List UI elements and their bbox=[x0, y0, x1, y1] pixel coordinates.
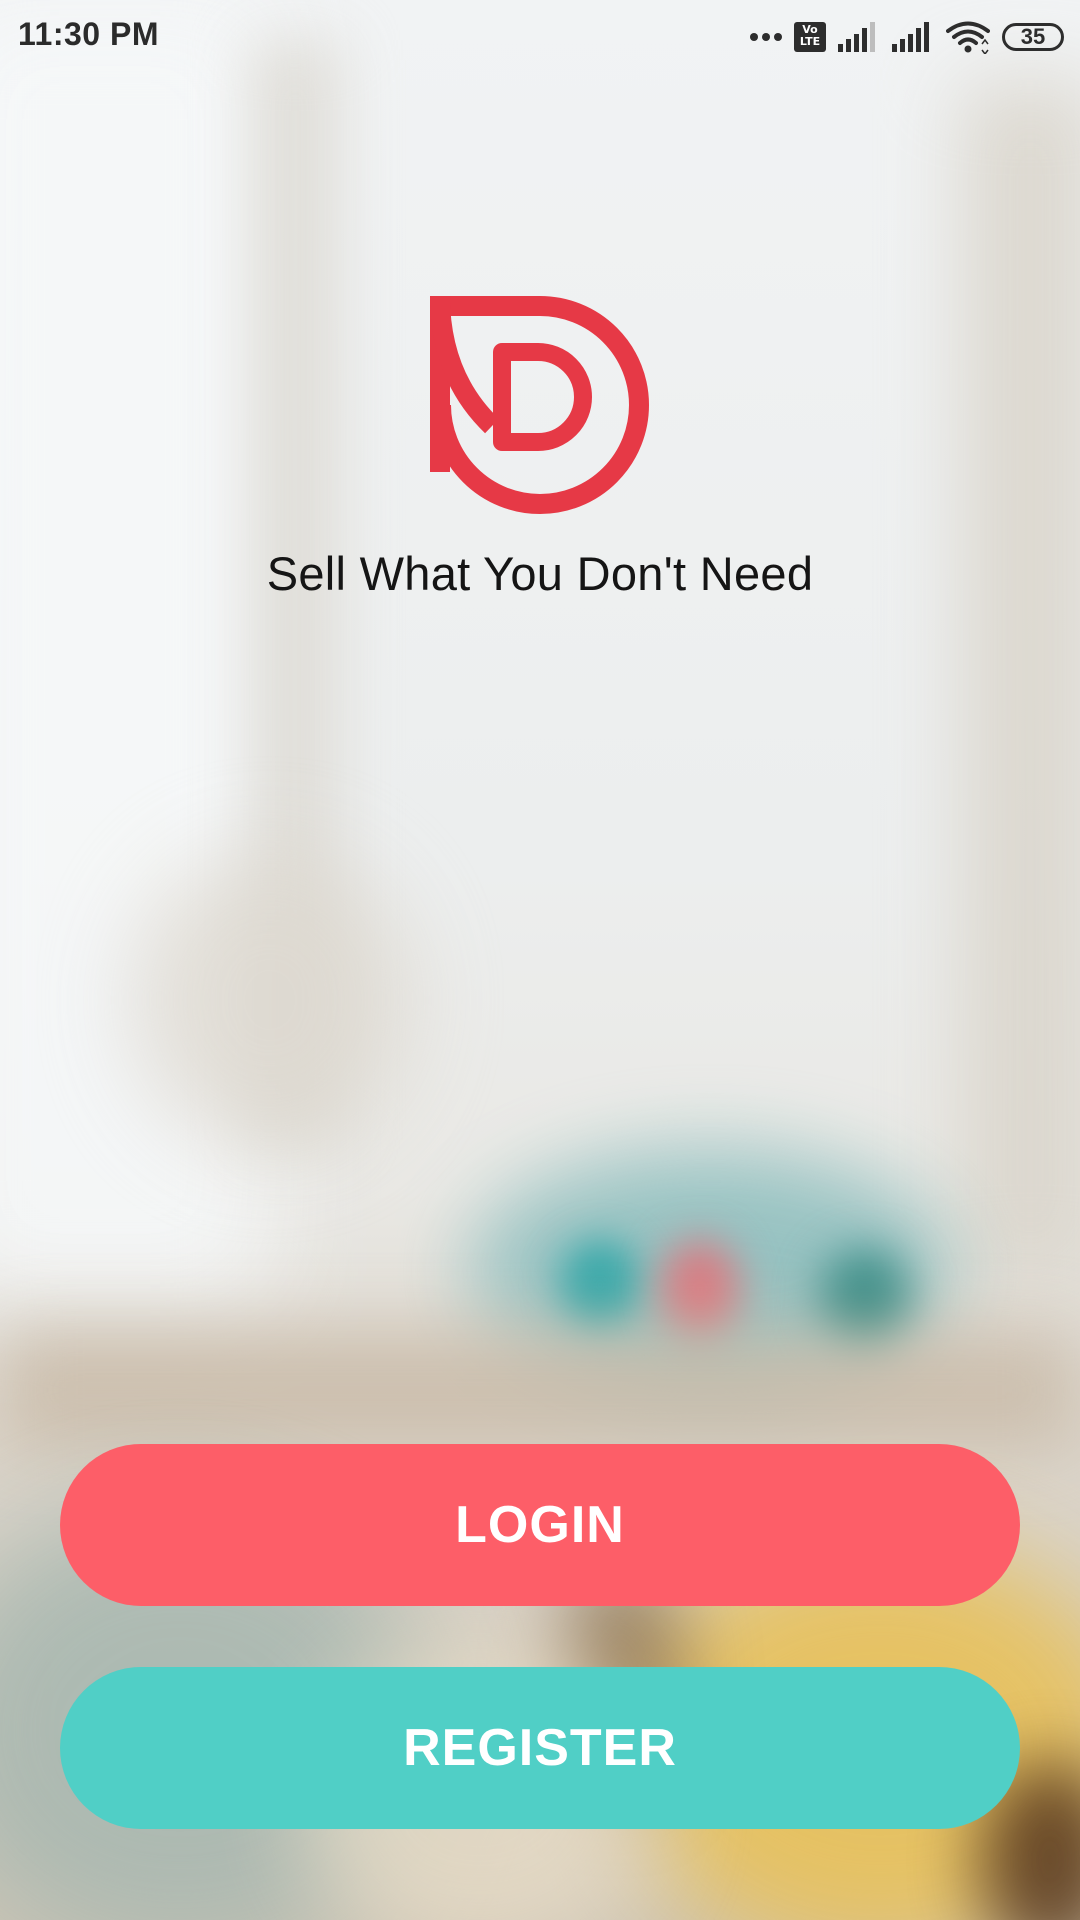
background-photo bbox=[0, 0, 1080, 1920]
wifi-icon bbox=[946, 21, 990, 54]
login-button[interactable]: LOGIN bbox=[60, 1444, 1020, 1606]
volte-icon: Vo LTE bbox=[794, 22, 826, 52]
brand-logo-icon bbox=[430, 296, 649, 514]
signal-icon bbox=[892, 22, 929, 52]
register-button[interactable]: REGISTER bbox=[60, 1667, 1020, 1829]
status-icons: Vo LTE 35 bbox=[734, 18, 1064, 56]
battery-icon: 35 bbox=[1002, 23, 1064, 51]
status-time: 11:30 PM bbox=[18, 16, 159, 52]
status-bar: 11:30 PM Vo LTE 35 bbox=[0, 0, 1080, 72]
tagline: Sell What You Don't Need bbox=[266, 547, 814, 600]
more-dots-icon bbox=[746, 33, 782, 41]
signal-icon bbox=[838, 22, 875, 52]
